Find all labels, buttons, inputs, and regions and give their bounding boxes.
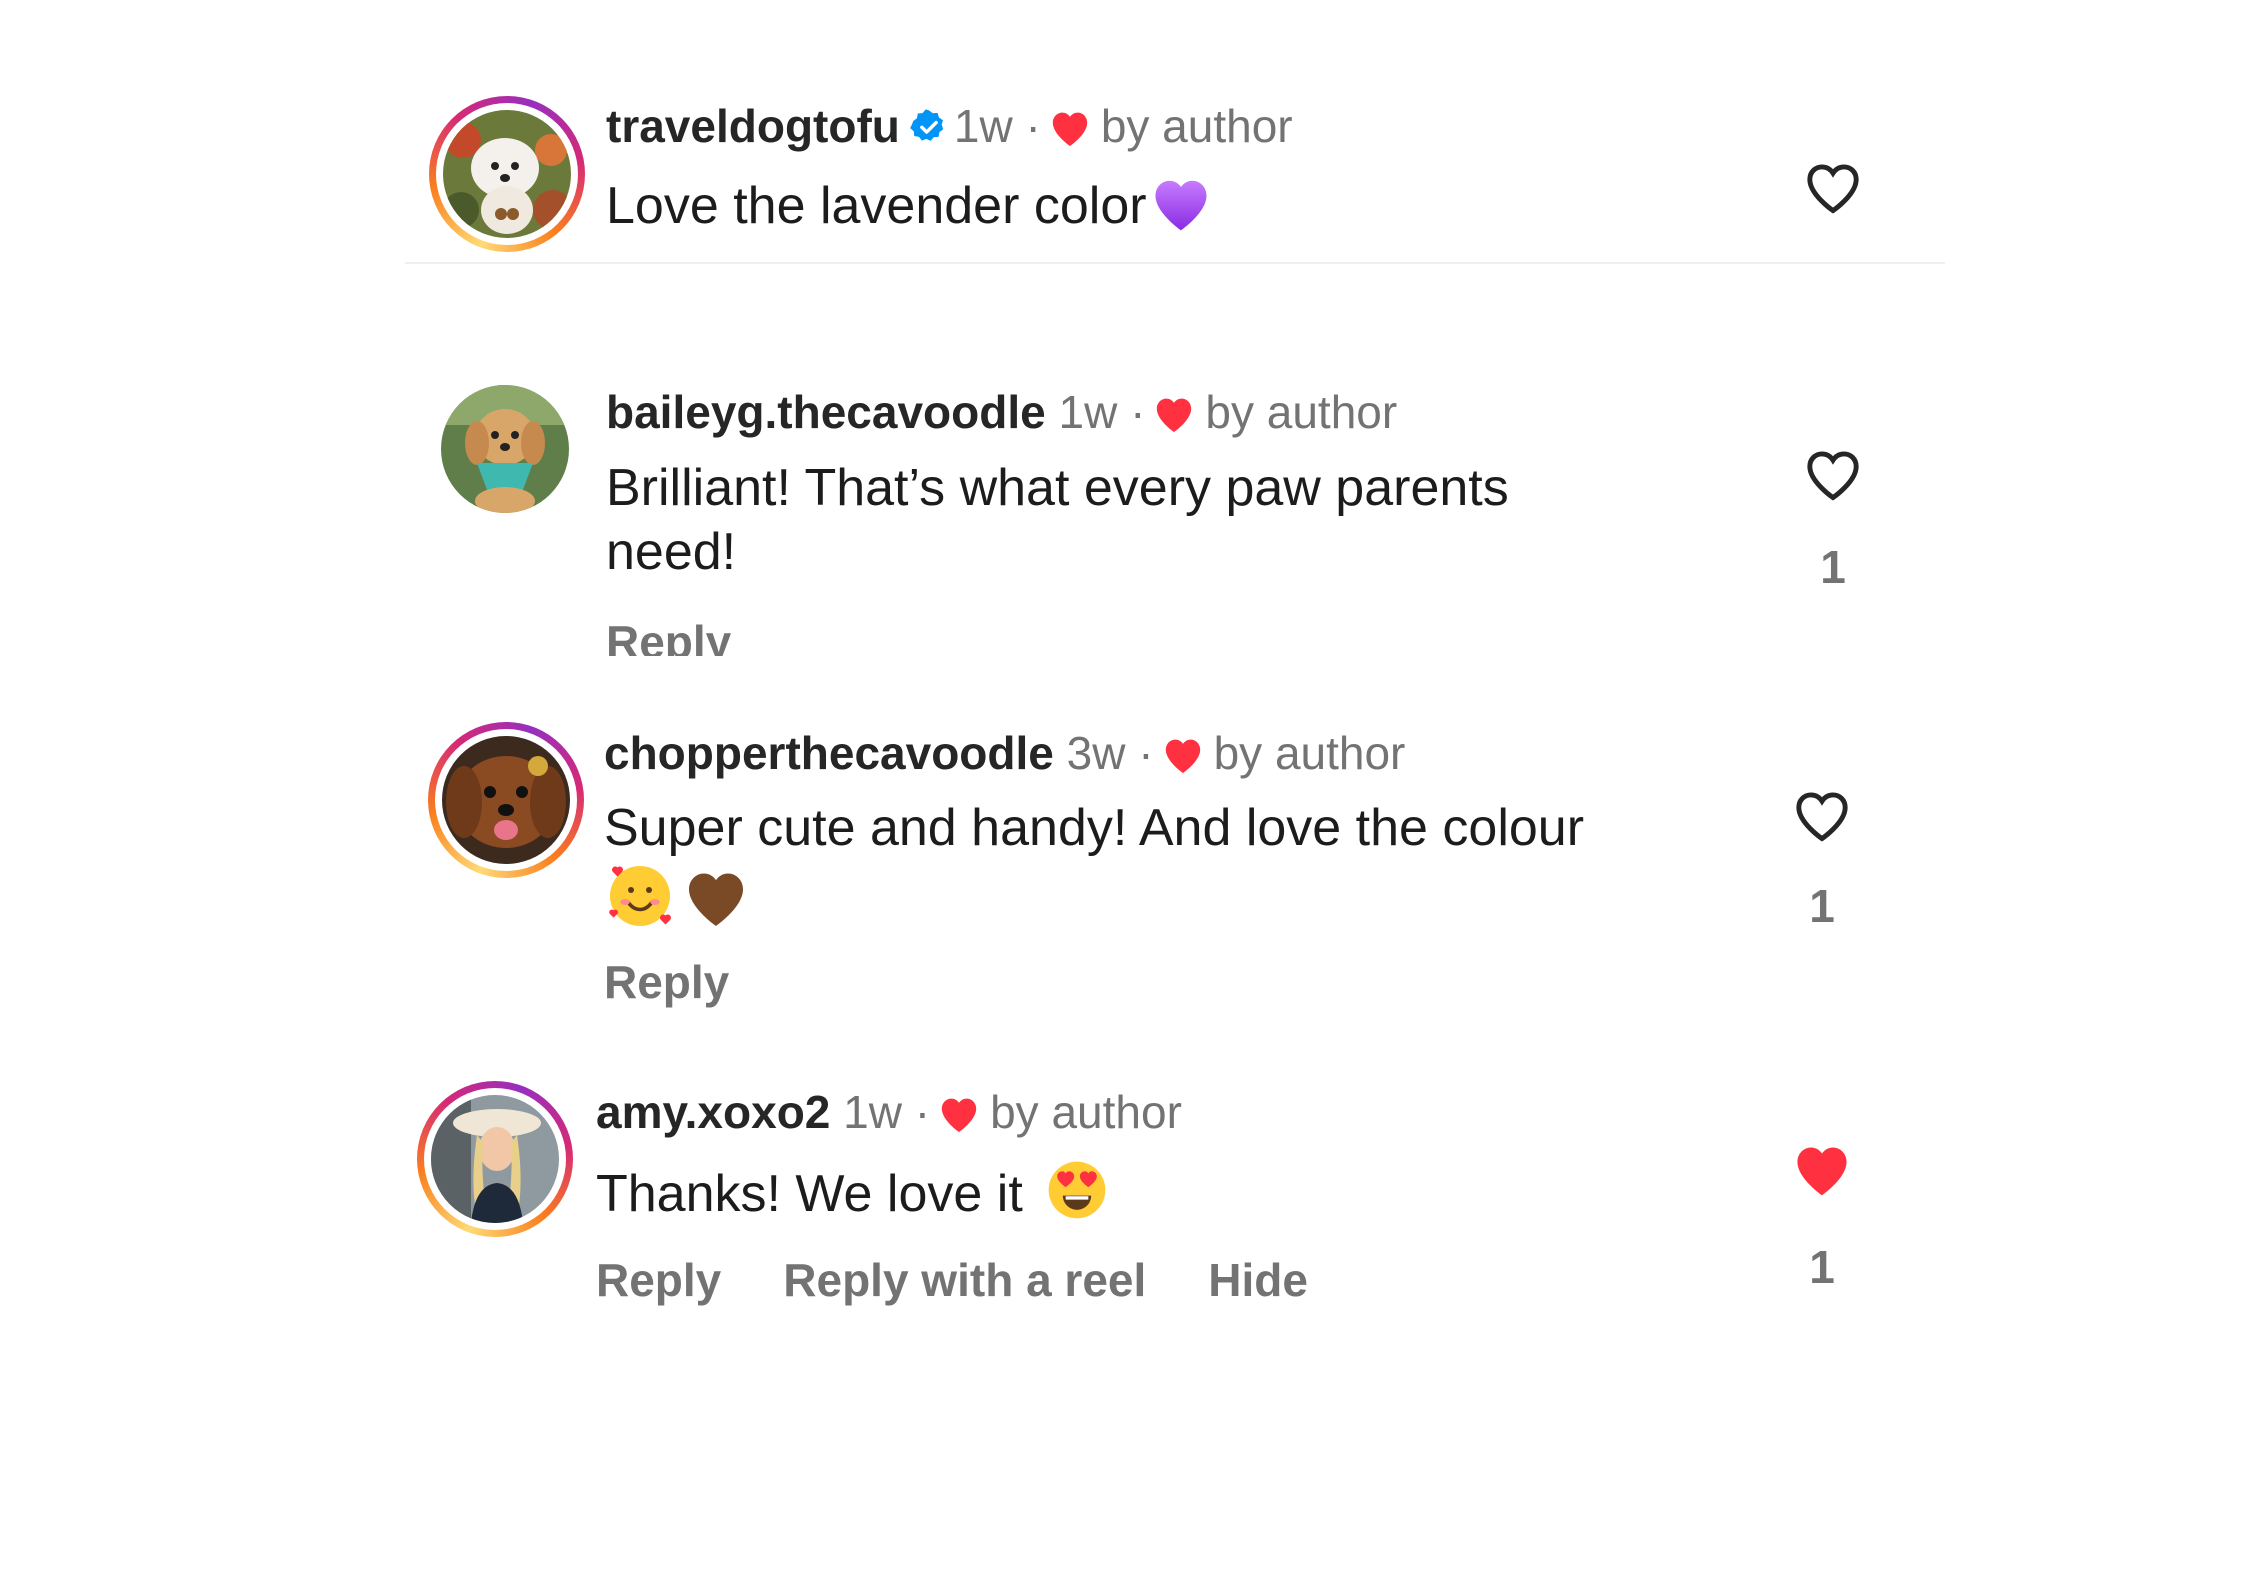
like-button[interactable] (1789, 1138, 1855, 1198)
avatar[interactable] (417, 1081, 573, 1237)
hide-button[interactable]: Hide (1208, 1254, 1308, 1306)
comment-body: Super cute and handy! And love the colou… (604, 799, 1585, 857)
meta-separator: · (1025, 100, 1041, 152)
reply-button[interactable]: Reply (604, 956, 729, 1008)
heart-outline-icon (1807, 164, 1859, 214)
reply-button[interactable]: Reply (606, 616, 731, 656)
like-count: 1 (1809, 1241, 1835, 1293)
username[interactable]: traveldogtofu (606, 100, 900, 152)
avatar[interactable] (435, 379, 575, 519)
avatar-image (441, 385, 569, 513)
comment-time: 3w (1066, 727, 1126, 779)
comment-time: 1w (953, 100, 1013, 152)
divider (405, 262, 1945, 264)
heart-outline-icon (1807, 451, 1859, 501)
comment-body-line: need! (606, 523, 737, 581)
comment-time: 1w (1058, 386, 1118, 438)
author-liked-heart-icon (1151, 390, 1197, 446)
comment-meta: baileyg.thecavoodle 1w · by author (606, 384, 1397, 446)
comment-actions: Reply Reply with a reel Hide (596, 1252, 1370, 1308)
comment-body: Love the lavender color (606, 177, 1147, 236)
emoji-line (604, 860, 1584, 930)
smiling-face-with-hearts-icon (604, 860, 676, 947)
avatar-image (442, 736, 570, 864)
by-author-label: by author (990, 1086, 1182, 1138)
author-liked-heart-icon (936, 1090, 982, 1146)
avatar-image (443, 110, 571, 238)
comment-meta: traveldogtofu 1w · by author (606, 98, 1293, 160)
author-liked-heart-icon (1047, 104, 1093, 160)
comment-time: 1w (843, 1086, 902, 1138)
reply-with-reel-button[interactable]: Reply with a reel (783, 1254, 1146, 1306)
verified-badge-icon (910, 102, 948, 158)
comment-actions: Reply (604, 954, 791, 1010)
avatar[interactable] (429, 96, 585, 252)
comment-meta: chopperthecavoodle 3w · by author (604, 725, 1405, 787)
username[interactable]: baileyg.thecavoodle (606, 386, 1046, 438)
reply-button[interactable]: Reply (596, 1254, 721, 1306)
comment-text: Love the lavender color (606, 170, 1215, 249)
like-count: 1 (1820, 541, 1846, 593)
avatar-image (431, 1095, 559, 1223)
author-liked-heart-icon (1160, 731, 1206, 787)
meta-separator: · (914, 1086, 931, 1138)
comment-body-line: Brilliant! That’s what every paw parents (606, 459, 1509, 517)
like-count: 1 (1809, 880, 1835, 932)
comment-meta: amy.xoxo2 1w · by author (596, 1084, 1182, 1146)
username[interactable]: amy.xoxo2 (596, 1086, 830, 1138)
heart-eyes-icon (1043, 1156, 1111, 1239)
username[interactable]: chopperthecavoodle (604, 727, 1054, 779)
like-button[interactable] (1800, 156, 1866, 216)
meta-separator: · (1130, 386, 1146, 438)
comment-text: Thanks! We love it (596, 1156, 1111, 1239)
comment-actions: Reply (606, 614, 793, 656)
like-button[interactable] (1800, 443, 1866, 503)
heart-filled-icon (1797, 1147, 1847, 1196)
by-author-label: by author (1100, 100, 1293, 152)
meta-separator: · (1138, 727, 1154, 779)
heart-outline-icon (1796, 792, 1848, 842)
purple-heart-icon (1147, 170, 1215, 249)
by-author-label: by author (1205, 386, 1398, 438)
avatar[interactable] (428, 722, 584, 878)
by-author-label: by author (1213, 727, 1406, 779)
like-button[interactable] (1789, 784, 1855, 844)
comment-text: Super cute and handy! And love the colou… (604, 796, 1584, 930)
brown-heart-icon (680, 863, 752, 944)
reply-clip: Reply (606, 614, 806, 656)
comment-body: Thanks! We love it (596, 1165, 1023, 1224)
comment-text: Brilliant! That’s what every paw parents… (606, 456, 1509, 584)
